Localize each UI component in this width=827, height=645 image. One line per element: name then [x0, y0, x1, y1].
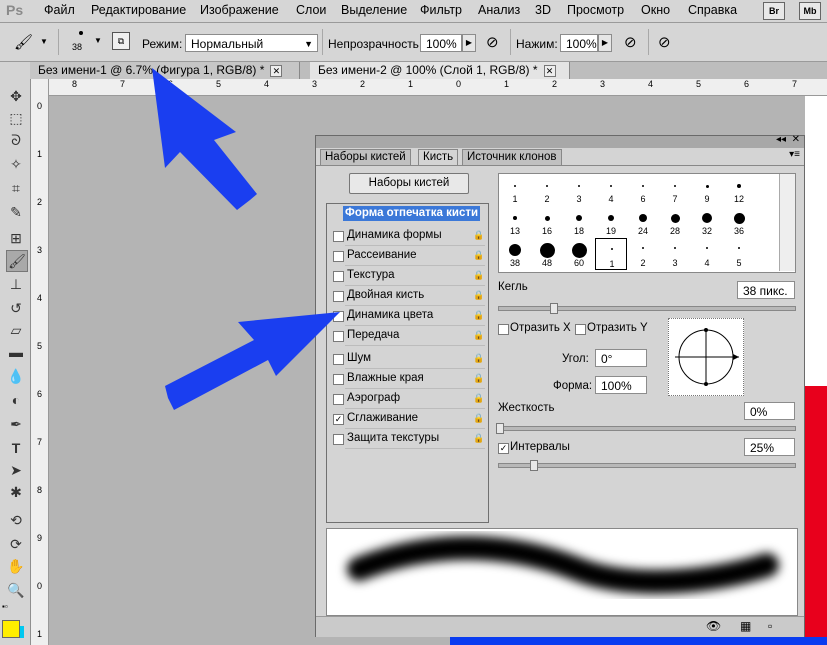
annotation-overlay — [152, 68, 340, 410]
arrow-up-annotation — [152, 68, 257, 210]
arrow-right-annotation — [165, 312, 340, 410]
